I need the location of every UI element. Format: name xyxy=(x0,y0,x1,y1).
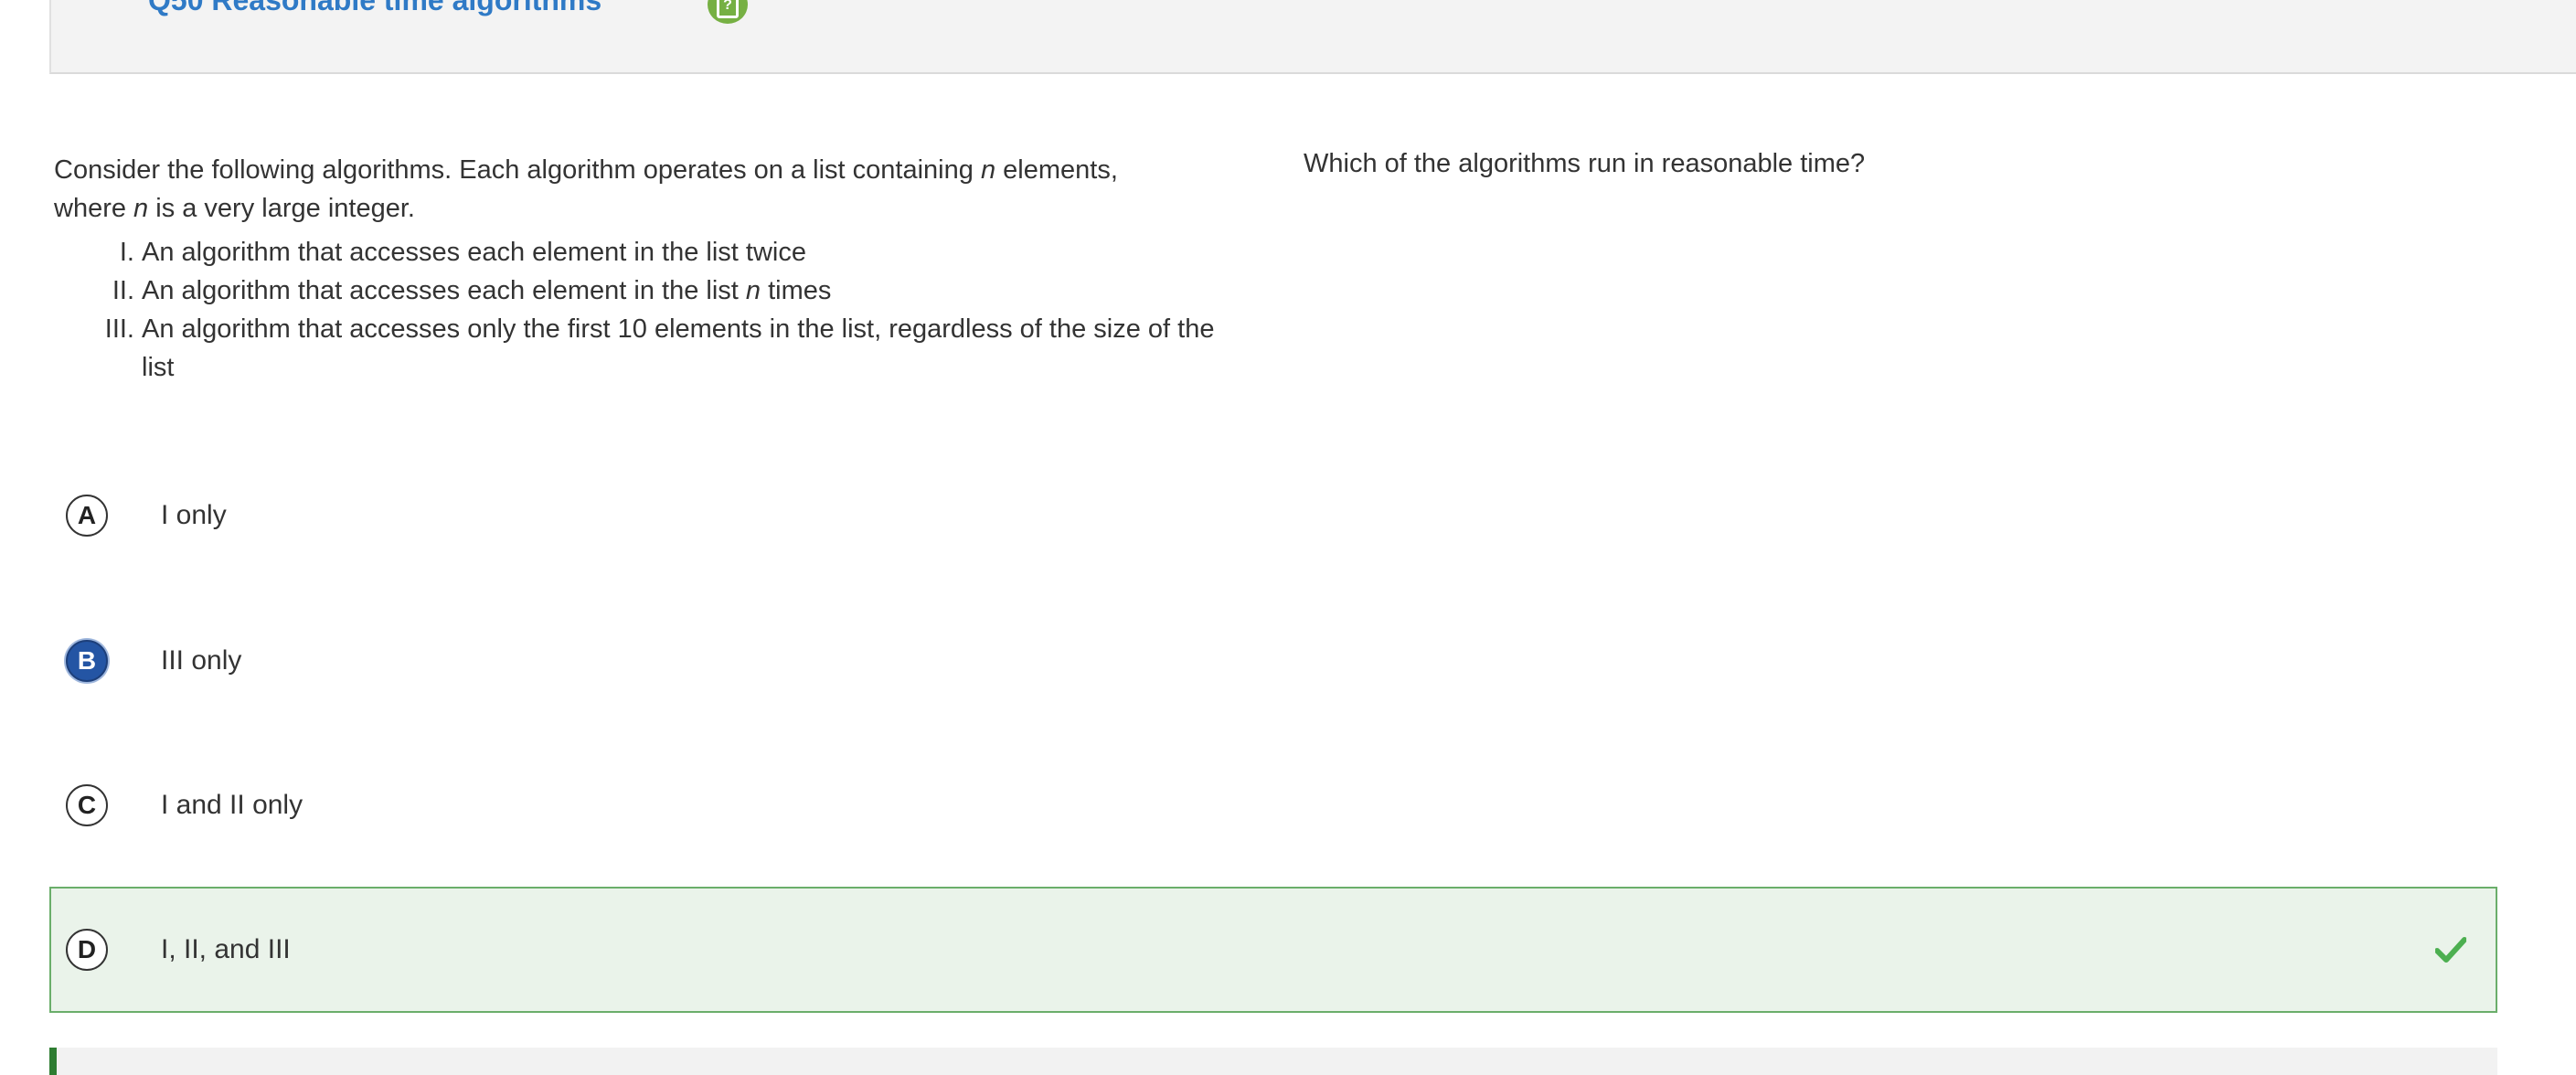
question-mark-icon[interactable]: ? xyxy=(708,0,748,24)
option-text: I, II, and III xyxy=(161,934,291,964)
option-letter-selected: B xyxy=(66,640,108,682)
question-stimulus: Consider the following algorithms. Each … xyxy=(54,151,1215,387)
list-item: I. An algorithm that accesses each eleme… xyxy=(119,238,806,267)
option-text: III only xyxy=(161,645,242,676)
answer-option-a[interactable]: A I only xyxy=(49,452,2497,579)
option-text: I only xyxy=(161,500,227,530)
answer-option-b[interactable]: B III only xyxy=(49,598,2497,724)
stimulus-intro: Consider the following algorithms. Each … xyxy=(54,155,1118,223)
explanation-panel xyxy=(49,1048,2497,1075)
question-header: Q50 Reasonable time algorithms ? xyxy=(49,0,2576,74)
option-letter: D xyxy=(66,929,108,971)
option-letter: A xyxy=(66,495,108,537)
answer-option-d-correct[interactable]: D I, II, and III xyxy=(49,887,2497,1013)
answer-option-c[interactable]: C I and II only xyxy=(49,742,2497,868)
algorithm-list: I. An algorithm that accesses each eleme… xyxy=(54,233,1215,387)
list-item: II. An algorithm that accesses each elem… xyxy=(112,276,832,305)
list-item: III. An algorithm that accesses only the… xyxy=(104,314,1215,382)
question-stem: Which of the algorithms run in reasonabl… xyxy=(1304,149,1866,178)
option-letter: C xyxy=(66,784,108,826)
checkmark-icon xyxy=(2435,937,2466,963)
option-text: I and II only xyxy=(161,790,303,820)
question-title[interactable]: Q50 Reasonable time algorithms xyxy=(148,0,601,17)
